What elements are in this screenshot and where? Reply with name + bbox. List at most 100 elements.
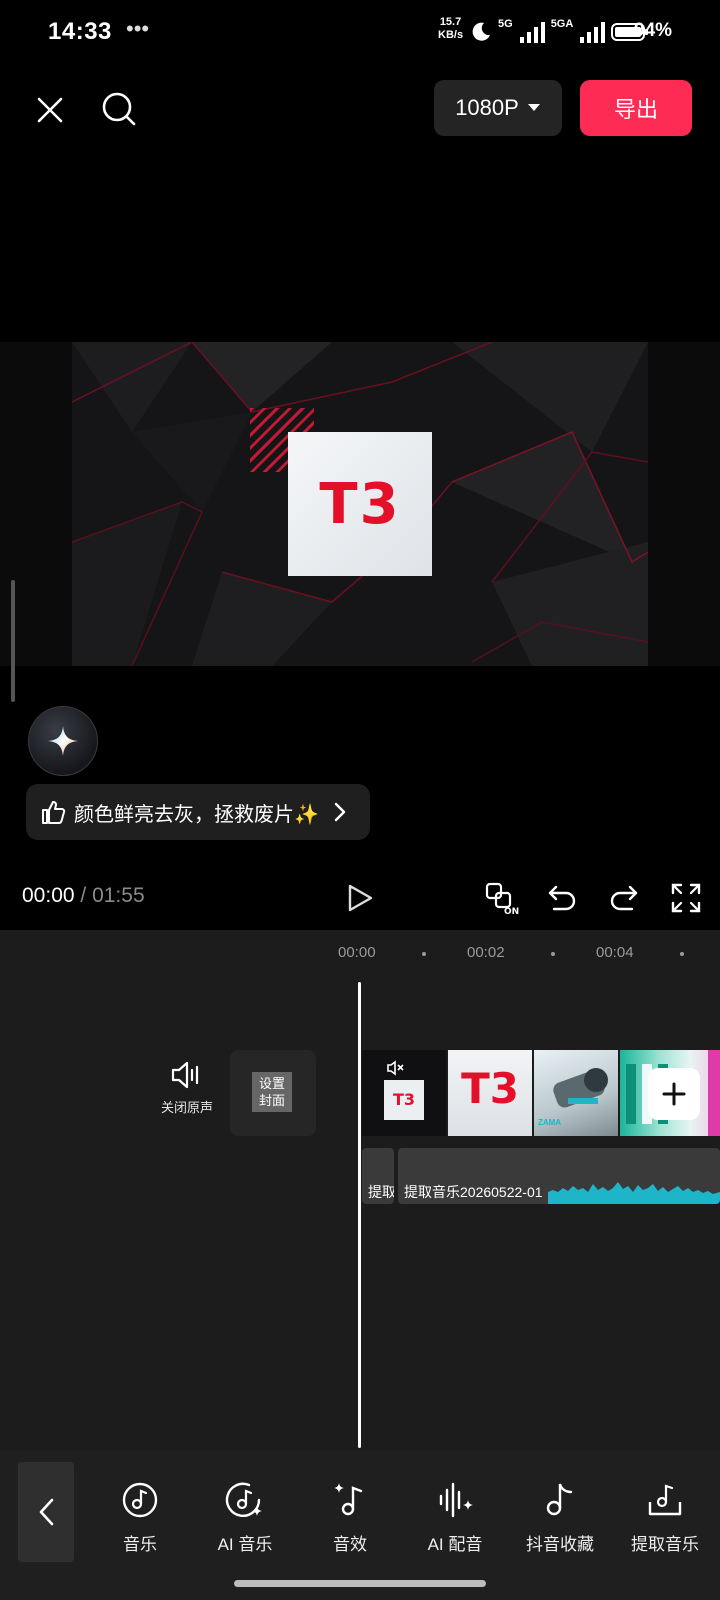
cover-thumbnail: 设置 封面 (252, 1072, 292, 1112)
thumbs-up-icon (42, 801, 66, 824)
redo-icon (610, 885, 638, 911)
muted-speaker-icon (387, 1060, 404, 1076)
timeline[interactable]: 00:00 00:02 00:04 关闭原声 设置 封面 T3 T3 ZAMA (0, 930, 720, 1450)
mute-original-audio-button[interactable]: 关闭原声 (150, 1060, 224, 1116)
audio-clip-label: 提取 (368, 1184, 394, 1200)
ai-assistant-button[interactable] (28, 706, 98, 776)
tool-music[interactable]: 音乐 (88, 1478, 192, 1555)
playhead[interactable] (358, 982, 361, 1448)
sync-on-icon: ON (485, 882, 519, 916)
suggestion-pill[interactable]: 颜色鲜亮去灰，拯救废片✨ (26, 784, 370, 840)
undo-button[interactable] (542, 878, 582, 918)
audio-clip[interactable]: 提取音乐20260522-01 (398, 1148, 720, 1204)
tool-label: 音乐 (123, 1535, 157, 1554)
left-edge-slider[interactable] (11, 580, 15, 702)
tool-ai-music[interactable]: AI 音乐 (193, 1478, 297, 1555)
cover-label-line2: 封面 (258, 1093, 285, 1108)
clip-brand-text: ZAMA (538, 1118, 562, 1127)
douyin-favorites-icon (546, 1483, 573, 1516)
signal-bars-icon (519, 22, 545, 43)
resolution-selector[interactable]: 1080P (434, 80, 562, 136)
sound-effect-icon (334, 1483, 363, 1516)
network-speed-value: 15.7 (439, 16, 462, 28)
play-icon (348, 884, 373, 912)
play-button[interactable] (340, 878, 380, 918)
video-preview[interactable]: T3 (0, 342, 720, 666)
suggestion-text: 颜色鲜亮去灰，拯救废片✨ (74, 803, 319, 826)
signal-5g-label: 5G (498, 18, 513, 30)
moon-icon (472, 22, 490, 41)
clip-thumbnail[interactable]: ZAMA (534, 1050, 618, 1136)
tool-extract-music[interactable]: 提取音乐 (613, 1478, 717, 1555)
music-icon (122, 1482, 158, 1518)
resolution-label: 1080P (455, 95, 519, 120)
back-button[interactable] (18, 1462, 74, 1562)
ruler-tick-label: 00:04 (596, 944, 634, 961)
undo-icon (548, 885, 576, 911)
total-duration: 01:55 (92, 884, 145, 907)
redo-button[interactable] (604, 878, 644, 918)
caret-down-icon (527, 104, 540, 111)
sparkle-icon (48, 726, 78, 756)
signal-5ga-label: 5GA (550, 18, 574, 30)
network-speed: 15.7 KB/s (438, 16, 463, 42)
status-bar: 14:33 ••• 15.7 KB/s 5G 5GA 94% (0, 0, 720, 64)
status-time: 14:33 (48, 18, 112, 45)
fullscreen-icon (671, 883, 701, 913)
tool-douyin-favorites[interactable]: 抖音收藏 (508, 1478, 612, 1555)
ai-voice-icon (439, 1482, 473, 1518)
search-button[interactable] (98, 88, 140, 130)
speaker-icon (171, 1061, 199, 1089)
logo-card: T3 (288, 432, 432, 576)
clip-thumbnail[interactable]: T3 (448, 1050, 532, 1136)
status-more-icon: ••• (126, 16, 150, 41)
clip-logo-card: T3 (384, 1080, 424, 1120)
time-separator: / (74, 884, 93, 907)
mute-original-label: 关闭原声 (160, 1100, 213, 1115)
audio-track[interactable]: 提取 提取音乐20260522-01 (362, 1148, 720, 1204)
ai-music-icon (225, 1482, 262, 1517)
clip-thumbnail[interactable]: T3 (362, 1050, 446, 1136)
tool-label: 提取音乐 (631, 1535, 699, 1554)
keyframe-sync-button[interactable]: ON (482, 878, 522, 918)
ruler-dot (422, 952, 426, 956)
fullscreen-button[interactable] (666, 878, 706, 918)
close-button[interactable] (30, 90, 70, 130)
tool-label: 音效 (333, 1535, 367, 1554)
audio-toolbar: 音乐 AI 音乐 音效 AI 配音 抖音收藏 提取音乐 (0, 1450, 720, 1600)
audio-clip-label: 提取音乐20260522-01 (404, 1184, 543, 1200)
add-clip-button[interactable] (648, 1068, 700, 1120)
cover-label-line1: 设置 (258, 1076, 285, 1091)
chevron-left-icon (39, 1498, 54, 1526)
editor-top-bar: 1080P 导出 (0, 64, 720, 160)
extract-music-icon (648, 1484, 682, 1516)
plus-icon (662, 1082, 686, 1106)
battery-percent: 94% (634, 20, 673, 41)
tool-sound-effect[interactable]: 音效 (298, 1478, 402, 1555)
ruler-dot (680, 952, 684, 956)
logo-text: T3 (319, 472, 401, 537)
network-speed-unit: KB/s (438, 29, 464, 41)
audio-clip[interactable]: 提取 (362, 1148, 394, 1204)
ruler-tick-label: 00:00 (338, 944, 376, 961)
home-indicator[interactable] (234, 1580, 486, 1587)
tool-label: AI 配音 (427, 1535, 483, 1554)
tool-ai-voice[interactable]: AI 配音 (403, 1478, 507, 1555)
ruler-dot (551, 952, 555, 956)
tool-label: 抖音收藏 (526, 1535, 594, 1554)
close-icon (37, 97, 63, 123)
set-cover-button[interactable]: 设置 封面 (230, 1050, 316, 1136)
current-time: 00:00 (22, 884, 75, 907)
export-button[interactable]: 导出 (580, 80, 692, 136)
search-icon (102, 92, 136, 126)
time-display: 00:00 / 01:55 (22, 884, 145, 908)
preview-frame: T3 (72, 342, 648, 666)
ruler-tick-label: 00:02 (467, 944, 505, 961)
signal-bars-icon (580, 22, 606, 43)
status-icons: 5G 5GA (470, 18, 649, 46)
clip-logo-text: T3 (461, 1064, 519, 1113)
tool-label: AI 音乐 (217, 1535, 273, 1554)
chevron-right-icon (334, 802, 346, 822)
clip-logo-text: T3 (392, 1090, 416, 1109)
svg-text:ON: ON (504, 907, 519, 916)
